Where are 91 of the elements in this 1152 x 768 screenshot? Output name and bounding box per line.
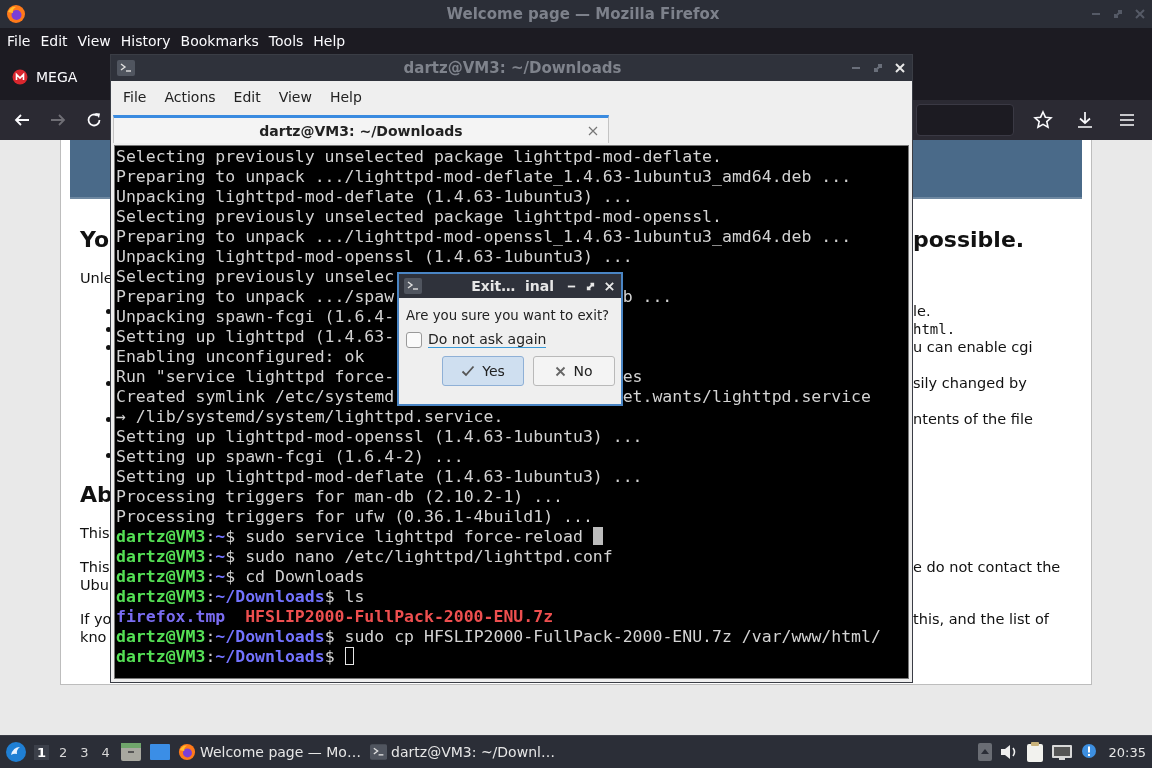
terminal-text: :: [205, 547, 216, 566]
terminal-text: Unpacking lighttpd-mod-openssl (1.4.63-1ubuntu3) ...: [116, 247, 633, 266]
browser-tab[interactable]: MEGA: [4, 63, 86, 91]
window-title: Welcome page — Mozilla Firefox: [445, 5, 721, 23]
terminal-text: firefox.tmp: [116, 607, 226, 626]
terminal-text: et.wants/lighttpd.service: [622, 387, 871, 407]
no-button[interactable]: No: [533, 356, 615, 386]
terminal-text: ~/Downloads: [215, 647, 325, 666]
menu-item[interactable]: File: [2, 33, 36, 49]
terminal-text: $ ls: [324, 587, 365, 606]
yes-button[interactable]: Yes: [442, 356, 524, 386]
paragraph-text: This: [80, 558, 110, 576]
workspace-button[interactable]: 2: [56, 744, 71, 760]
taskbar-task[interactable]: dartz@VM3: ~/Downl…: [369, 744, 555, 760]
dialog-title: Exit… inal: [470, 278, 554, 294]
paragraph-text: kno: [80, 628, 107, 646]
list-item-text: ntents of the file: [913, 410, 1033, 428]
terminal-text: $ sudo cp HFSLIP2000-FullPack-2000-ENU.7z /var/www/html/: [324, 627, 881, 646]
menu-item[interactable]: View: [272, 89, 324, 105]
list-item-text: u can enable cgi: [913, 338, 1033, 356]
window-title: dartz@VM3: ~/Downloads: [402, 59, 623, 77]
paragraph-text: This: [80, 524, 110, 542]
terminal-text: Preparing to unpack .../spaw: [116, 287, 395, 306]
paragraph-text: If yo: [80, 610, 112, 628]
terminal-text: Selecting previously unselec: [116, 267, 395, 286]
workspace-button[interactable]: 1: [34, 744, 50, 760]
terminal-text: $ sudo service lighttpd force-reload: [225, 527, 584, 546]
terminal-text: ~: [215, 547, 226, 566]
terminal-text: Setting up lighttpd (1.4.63-: [116, 327, 395, 346]
terminal-text: Processing triggers for man-db (2.10.2-1) ...: [116, 487, 564, 506]
terminal-text: es: [622, 367, 643, 387]
list-item-text: le.: [913, 302, 931, 320]
terminal-text: :: [205, 527, 216, 546]
terminal-text: :: [205, 567, 216, 586]
terminal-text: dartz@VM3: [116, 547, 206, 566]
terminal-text: Setting up lighttpd-mod-openssl (1.4.63-1ubuntu3) ...: [116, 427, 643, 446]
menu-item[interactable]: Edit: [35, 33, 73, 49]
menu-item[interactable]: Bookmarks: [175, 33, 264, 49]
terminal-text: dartz@VM3: [116, 587, 206, 606]
terminal-text: ~: [215, 567, 226, 586]
terminal-text: dartz@VM3: [116, 527, 206, 546]
terminal-text: Run "service lighttpd force-: [116, 367, 395, 386]
page-heading: possible.: [913, 227, 1025, 253]
terminal-text: :: [205, 647, 216, 666]
paragraph-text: Ubu: [80, 576, 109, 594]
terminal-text: Created symlink /etc/systemd: [116, 387, 395, 406]
terminal-text: b ...: [622, 287, 673, 307]
terminal-text: Selecting previously unselected package lighttpd-mod-openssl.: [116, 207, 722, 226]
menu-item[interactable]: History: [115, 33, 176, 49]
terminal-text: dartz@VM3: [116, 567, 206, 586]
terminal-text: Setting up lighttpd-mod-deflate (1.4.63-1ubuntu3) ...: [116, 467, 643, 486]
terminal-text: HFSLIP2000-FullPack-2000-ENU.7z: [245, 607, 554, 626]
workspace-button[interactable]: 4: [98, 744, 113, 760]
terminal-text: $: [324, 647, 336, 666]
terminal-text: :: [205, 627, 216, 646]
menu-item[interactable]: Tools: [263, 33, 309, 49]
menu-item[interactable]: Help: [323, 89, 374, 105]
list-item-text: sily changed by: [913, 374, 1027, 392]
terminal-text: ~/Downloads: [215, 627, 325, 646]
menu-item[interactable]: Help: [308, 33, 351, 49]
terminal-text: Unpacking spawn-fcgi (1.6.4-: [116, 307, 395, 326]
menu-item[interactable]: View: [72, 33, 116, 49]
paragraph-text: this, and the list of: [913, 610, 1049, 628]
menu-item[interactable]: Actions: [158, 89, 228, 105]
terminal-text: Selecting previously unselected package lighttpd-mod-deflate.: [116, 147, 722, 166]
menu-item[interactable]: File: [117, 89, 159, 105]
paragraph-text: e do not contact the: [913, 558, 1061, 576]
terminal-text: $ sudo nano /etc/lighttpd/lighttpd.conf: [225, 547, 613, 566]
terminal-text: Unpacking lighttpd-mod-deflate (1.4.63-1ubuntu3) ...: [116, 187, 633, 206]
workspace-button[interactable]: 3: [77, 744, 92, 760]
terminal-text: ~: [215, 527, 226, 546]
taskbar-task[interactable]: Welcome page — Mo…: [177, 743, 363, 761]
terminal-text: Setting up spawn-fcgi (1.6.4-2) ...: [116, 447, 464, 466]
checkbox-label[interactable]: Do not ask again: [428, 331, 547, 348]
list-item-text: html.: [913, 320, 956, 338]
terminal-tab[interactable]: dartz@VM3: ~/Downloads: [113, 115, 609, 143]
terminal-text: ~/Downloads: [215, 587, 325, 606]
terminal-text: Preparing to unpack .../lighttpd-mod-deflate_1.4.63-1ubuntu3_amd64.deb ...: [116, 167, 852, 186]
page-heading: Ab: [80, 482, 113, 508]
terminal-text: → /lib/systemd/system/lighttpd.service.: [116, 407, 504, 426]
terminal-text: Processing triggers for ufw (0.36.1-4build1) ...: [116, 507, 593, 526]
terminal-text: $ cd Downloads: [225, 567, 365, 586]
terminal-text: :: [205, 587, 216, 606]
terminal-text: dartz@VM3: [116, 627, 206, 646]
page-heading: Yo: [80, 227, 110, 253]
menu-item[interactable]: Edit: [227, 89, 273, 105]
terminal-text: Enabling unconfigured: ok: [116, 347, 365, 366]
terminal-text: dartz@VM3: [116, 647, 206, 666]
clock: 20:35: [1108, 744, 1146, 760]
terminal-text: Preparing to unpack .../lighttpd-mod-openssl_1.4.63-1ubuntu3_amd64.deb ...: [116, 227, 852, 246]
dialog-message: Are you sure you want to exit?: [406, 307, 611, 325]
